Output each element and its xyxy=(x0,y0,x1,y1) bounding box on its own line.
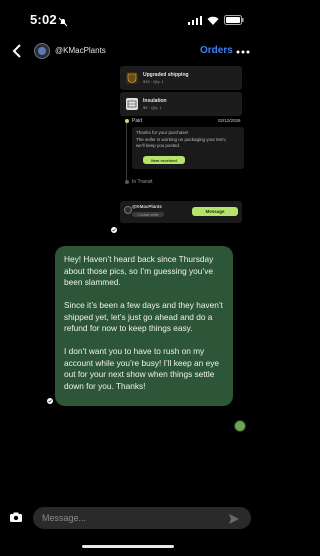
wifi-icon xyxy=(207,12,219,30)
read-receipt-icon xyxy=(111,227,117,233)
send-icon[interactable] xyxy=(228,512,240,524)
order-item-insulation[interactable]: Insulation $5 · Qty: 1 xyxy=(120,92,242,116)
paid-label: Paid xyxy=(132,118,143,124)
back-arrow-icon[interactable] xyxy=(9,43,25,59)
item-title: Upgraded shipping xyxy=(143,71,189,78)
sender-avatar xyxy=(234,420,246,432)
status-message-line: we'll keep you posted. xyxy=(136,143,181,148)
message-bubble[interactable]: Hey! Haven’t heard back since Thursday a… xyxy=(55,246,233,406)
paid-date: 02/12/2026 xyxy=(218,118,241,123)
seller-avatar xyxy=(124,206,132,214)
message-paragraph: I don’t want you to have to rush on my a… xyxy=(64,346,219,391)
timeline-dot-transit xyxy=(124,180,129,184)
camera-icon[interactable] xyxy=(9,510,23,524)
battery-icon xyxy=(224,12,244,30)
orders-link[interactable]: Orders xyxy=(200,45,233,56)
in-transit-label: In Transit xyxy=(132,179,153,185)
more-options-icon[interactable] xyxy=(236,44,250,54)
ups-icon xyxy=(126,72,138,84)
read-receipt-icon xyxy=(47,398,53,404)
message-paragraph: Hey! Haven’t heard back since Thursday a… xyxy=(64,254,214,287)
timeline-line xyxy=(126,123,127,181)
message-button[interactable]: Message xyxy=(192,207,238,216)
mute-bell-icon xyxy=(58,14,68,32)
avatar[interactable] xyxy=(34,43,50,59)
signal-icon xyxy=(188,12,202,30)
status-icons xyxy=(188,12,244,30)
item-sub: $15 · Qty: 1 xyxy=(143,78,164,84)
message-placeholder: Message... xyxy=(42,513,87,523)
chat-username[interactable]: @KMacPlants xyxy=(55,46,106,55)
item-received-button[interactable]: Item received xyxy=(143,156,185,164)
message-paragraph: Since it’s been a few days and they have… xyxy=(64,300,223,333)
order-item-shipping[interactable]: Upgraded shipping $15 · Qty: 1 xyxy=(120,66,242,90)
item-sub: $5 · Qty: 1 xyxy=(143,104,162,110)
status-message-line: Thanks for your purchase! xyxy=(136,130,189,135)
status-time: 5:02 xyxy=(30,12,57,27)
seller-name: @KMacPlants xyxy=(132,204,162,209)
item-title: Insulation xyxy=(143,97,167,104)
home-indicator xyxy=(82,545,174,548)
insulation-icon xyxy=(126,98,138,110)
contact-seller-button[interactable]: Contact seller xyxy=(132,212,164,217)
message-text: Hey! Haven’t heard back since Thursday a… xyxy=(64,254,230,392)
timeline-dot-paid xyxy=(124,119,129,123)
